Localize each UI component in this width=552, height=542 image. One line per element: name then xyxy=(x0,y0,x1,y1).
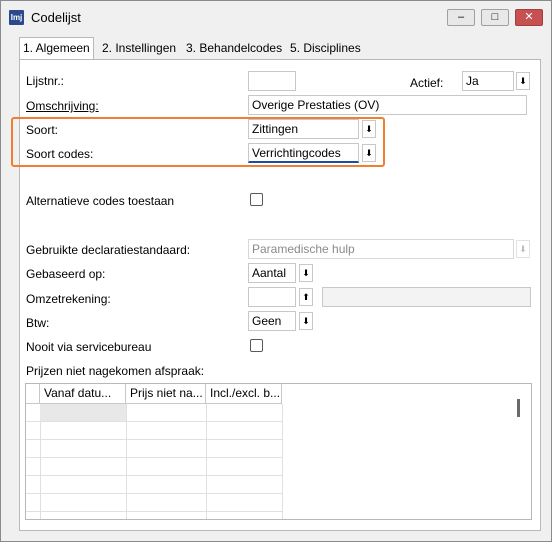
grid-row-line xyxy=(26,511,282,512)
soort-select[interactable]: Zittingen xyxy=(248,119,359,139)
nooit-servicebureau-label: Nooit via servicebureau xyxy=(26,340,152,354)
chevron-down-icon: ⬇ xyxy=(365,123,373,134)
grid-header-prijs-niet-nagekomen[interactable]: Prijs niet na... xyxy=(126,384,206,404)
gebaseerd-op-select[interactable]: Aantal xyxy=(248,263,296,283)
actief-select[interactable]: Ja xyxy=(462,71,514,91)
lijstnr-label: Lijstnr.: xyxy=(26,74,65,88)
grid-scrollbar-thumb[interactable] xyxy=(517,399,520,417)
tab-disciplines[interactable]: 5. Disciplines xyxy=(287,38,364,60)
lijstnr-input[interactable] xyxy=(248,71,296,91)
tab-instellingen[interactable]: 2. Instellingen xyxy=(99,38,179,60)
alternatieve-codes-checkbox[interactable] xyxy=(250,193,263,206)
app-icon: Imj xyxy=(9,10,24,25)
omzetrekening-label: Omzetrekening: xyxy=(26,292,111,306)
grid-row-line xyxy=(26,475,282,476)
alternatieve-codes-label: Alternatieve codes toestaan xyxy=(26,194,175,208)
title-bar[interactable]: Imj Codelijst – □ ✕ xyxy=(1,1,551,34)
actief-label: Actief: xyxy=(410,76,444,90)
close-icon: ✕ xyxy=(524,11,534,23)
maximize-button[interactable]: □ xyxy=(481,9,509,26)
soort-codes-label: Soort codes: xyxy=(26,147,94,161)
grid-row-line xyxy=(26,439,282,440)
chevron-up-icon: ⬆ xyxy=(302,291,310,302)
grid-header-vanaf-datum[interactable]: Vanaf datu... xyxy=(40,384,126,404)
declaratiestandaard-label: Gebruikte declaratiestandaard: xyxy=(26,243,191,257)
soort-codes-dropdown-button[interactable]: ⬇ xyxy=(362,144,376,162)
window-title: Codelijst xyxy=(31,10,81,25)
codelijst-window: Imj Codelijst – □ ✕ 1. Algemeen 2. Inste… xyxy=(0,0,552,542)
soort-codes-select[interactable]: Verrichtingcodes xyxy=(248,143,359,163)
prijzen-label: Prijzen niet nagekomen afspraak: xyxy=(26,364,205,378)
nooit-servicebureau-checkbox[interactable] xyxy=(250,339,263,352)
maximize-icon: □ xyxy=(491,11,499,23)
grid-column-line xyxy=(282,404,283,519)
chevron-down-icon: ⬇ xyxy=(365,147,373,158)
omzetrekening-description-field xyxy=(322,287,531,307)
omzetrekening-lookup-button[interactable]: ⬆ xyxy=(299,288,313,306)
omzetrekening-input[interactable] xyxy=(248,287,296,307)
tab-behandelcodes[interactable]: 3. Behandelcodes xyxy=(183,38,285,60)
declaratiestandaard-select: Paramedische hulp xyxy=(248,239,514,259)
chevron-down-icon: ⬇ xyxy=(519,243,527,254)
gebaseerd-op-label: Gebaseerd op: xyxy=(26,267,106,281)
grid-header-label: Vanaf datu... xyxy=(44,386,112,400)
chevron-down-icon: ⬇ xyxy=(302,315,310,326)
chevron-down-icon: ⬇ xyxy=(302,267,310,278)
actief-dropdown-button[interactable]: ⬇ xyxy=(516,72,530,90)
gebaseerd-op-dropdown-button[interactable]: ⬇ xyxy=(299,264,313,282)
btw-dropdown-button[interactable]: ⬇ xyxy=(299,312,313,330)
tab-algemeen[interactable]: 1. Algemeen xyxy=(19,37,94,60)
omschrijving-input[interactable]: Overige Prestaties (OV) xyxy=(248,95,527,115)
omschrijving-label: Omschrijving: xyxy=(26,99,99,113)
soort-dropdown-button[interactable]: ⬇ xyxy=(362,120,376,138)
grid-row-line xyxy=(26,493,282,494)
close-button[interactable]: ✕ xyxy=(515,9,543,26)
selected-cell[interactable] xyxy=(40,404,126,421)
soort-label: Soort: xyxy=(26,123,59,137)
minimize-icon: – xyxy=(457,11,465,23)
chevron-down-icon: ⬇ xyxy=(519,75,527,86)
grid-corner-cell xyxy=(26,384,40,404)
btw-select[interactable]: Geen xyxy=(248,311,296,331)
declaratiestandaard-dropdown-button: ⬇ xyxy=(516,240,530,258)
minimize-button[interactable]: – xyxy=(447,9,475,26)
prijzen-grid[interactable]: Vanaf datu... Prijs niet na... Incl./exc… xyxy=(25,383,532,520)
btw-label: Btw: xyxy=(26,316,50,330)
grid-row-line xyxy=(26,421,282,422)
grid-row-line xyxy=(26,457,282,458)
grid-header-incl-excl[interactable]: Incl./excl. b... xyxy=(206,384,282,404)
